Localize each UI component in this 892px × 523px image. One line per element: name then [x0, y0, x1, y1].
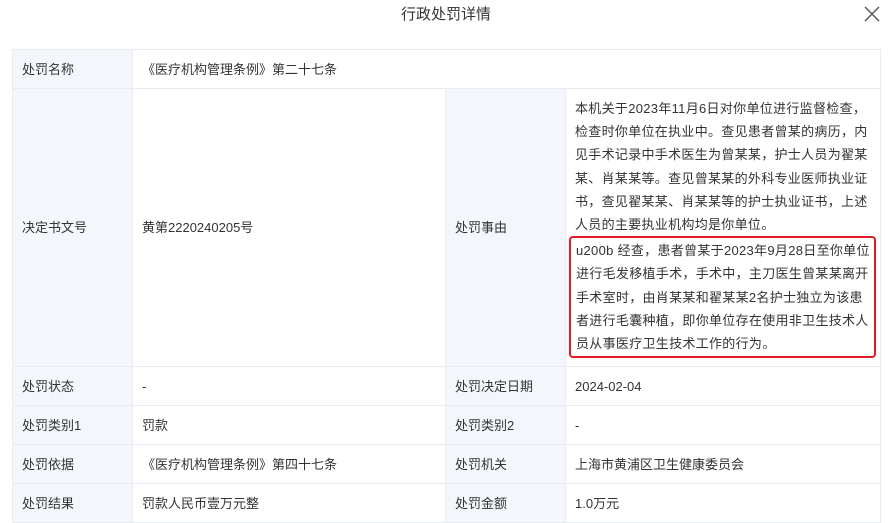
result-value: 罚款人民币壹万元整: [132, 483, 446, 523]
penalty-reason-label: 处罚事由: [445, 87, 566, 368]
decision-no-label: 决定书文号: [12, 87, 133, 368]
table-row: 处罚状态 - 处罚决定日期 2024-02-04: [12, 366, 882, 407]
category2-value: -: [564, 405, 882, 446]
decision-no-value: 黄第2220240205号: [132, 87, 446, 368]
penalty-name-label: 处罚名称: [12, 49, 133, 89]
authority-value: 上海市黄浦区卫生健康委员会: [564, 444, 882, 485]
category1-value: 罚款: [132, 405, 446, 446]
category1-label: 处罚类别1: [12, 405, 133, 446]
decision-date-value: 2024-02-04: [564, 366, 882, 407]
close-icon: [864, 6, 880, 22]
table-row: 处罚结果 罚款人民币壹万元整 处罚金额 1.0万元: [12, 483, 882, 523]
decision-date-label: 处罚决定日期: [445, 366, 566, 407]
highlighted-reason-text: u200b 经查，患者曾某于2023年9月28日至你单位进行毛发移植手术，手术中…: [569, 236, 877, 359]
basis-label: 处罚依据: [12, 444, 133, 485]
authority-label: 处罚机关: [445, 444, 566, 485]
penalty-status-value: -: [132, 366, 446, 407]
result-label: 处罚结果: [12, 483, 133, 523]
penalty-name-value: 《医疗机构管理条例》第二十七条: [131, 49, 882, 89]
penalty-reason-text: 本机关于2023年11月6日对你单位进行监督检查，检查时你单位在执业中。查见患者…: [575, 101, 868, 233]
modal-title: 行政处罚详情: [400, 6, 491, 23]
penalty-detail-table: 处罚名称 《医疗机构管理条例》第二十七条 决定书文号 黄第2220240205号…: [12, 49, 882, 523]
amount-value: 1.0万元: [564, 483, 882, 523]
table-row: 处罚名称 《医疗机构管理条例》第二十七条: [12, 49, 882, 89]
penalty-reason-value: 本机关于2023年11月6日对你单位进行监督检查，检查时你单位在执业中。查见患者…: [564, 87, 882, 368]
table-row: 决定书文号 黄第2220240205号 处罚事由 本机关于2023年11月6日对…: [12, 87, 882, 368]
amount-label: 处罚金额: [445, 483, 566, 523]
category2-label: 处罚类别2: [445, 405, 566, 446]
modal-header: 行政处罚详情: [0, 0, 892, 28]
table-row: 处罚依据 《医疗机构管理条例》第四十七条 处罚机关 上海市黄浦区卫生健康委员会: [12, 444, 882, 485]
close-button[interactable]: [862, 4, 882, 24]
table-row: 处罚类别1 罚款 处罚类别2 -: [12, 405, 882, 446]
penalty-status-label: 处罚状态: [12, 366, 133, 407]
basis-value: 《医疗机构管理条例》第四十七条: [132, 444, 446, 485]
